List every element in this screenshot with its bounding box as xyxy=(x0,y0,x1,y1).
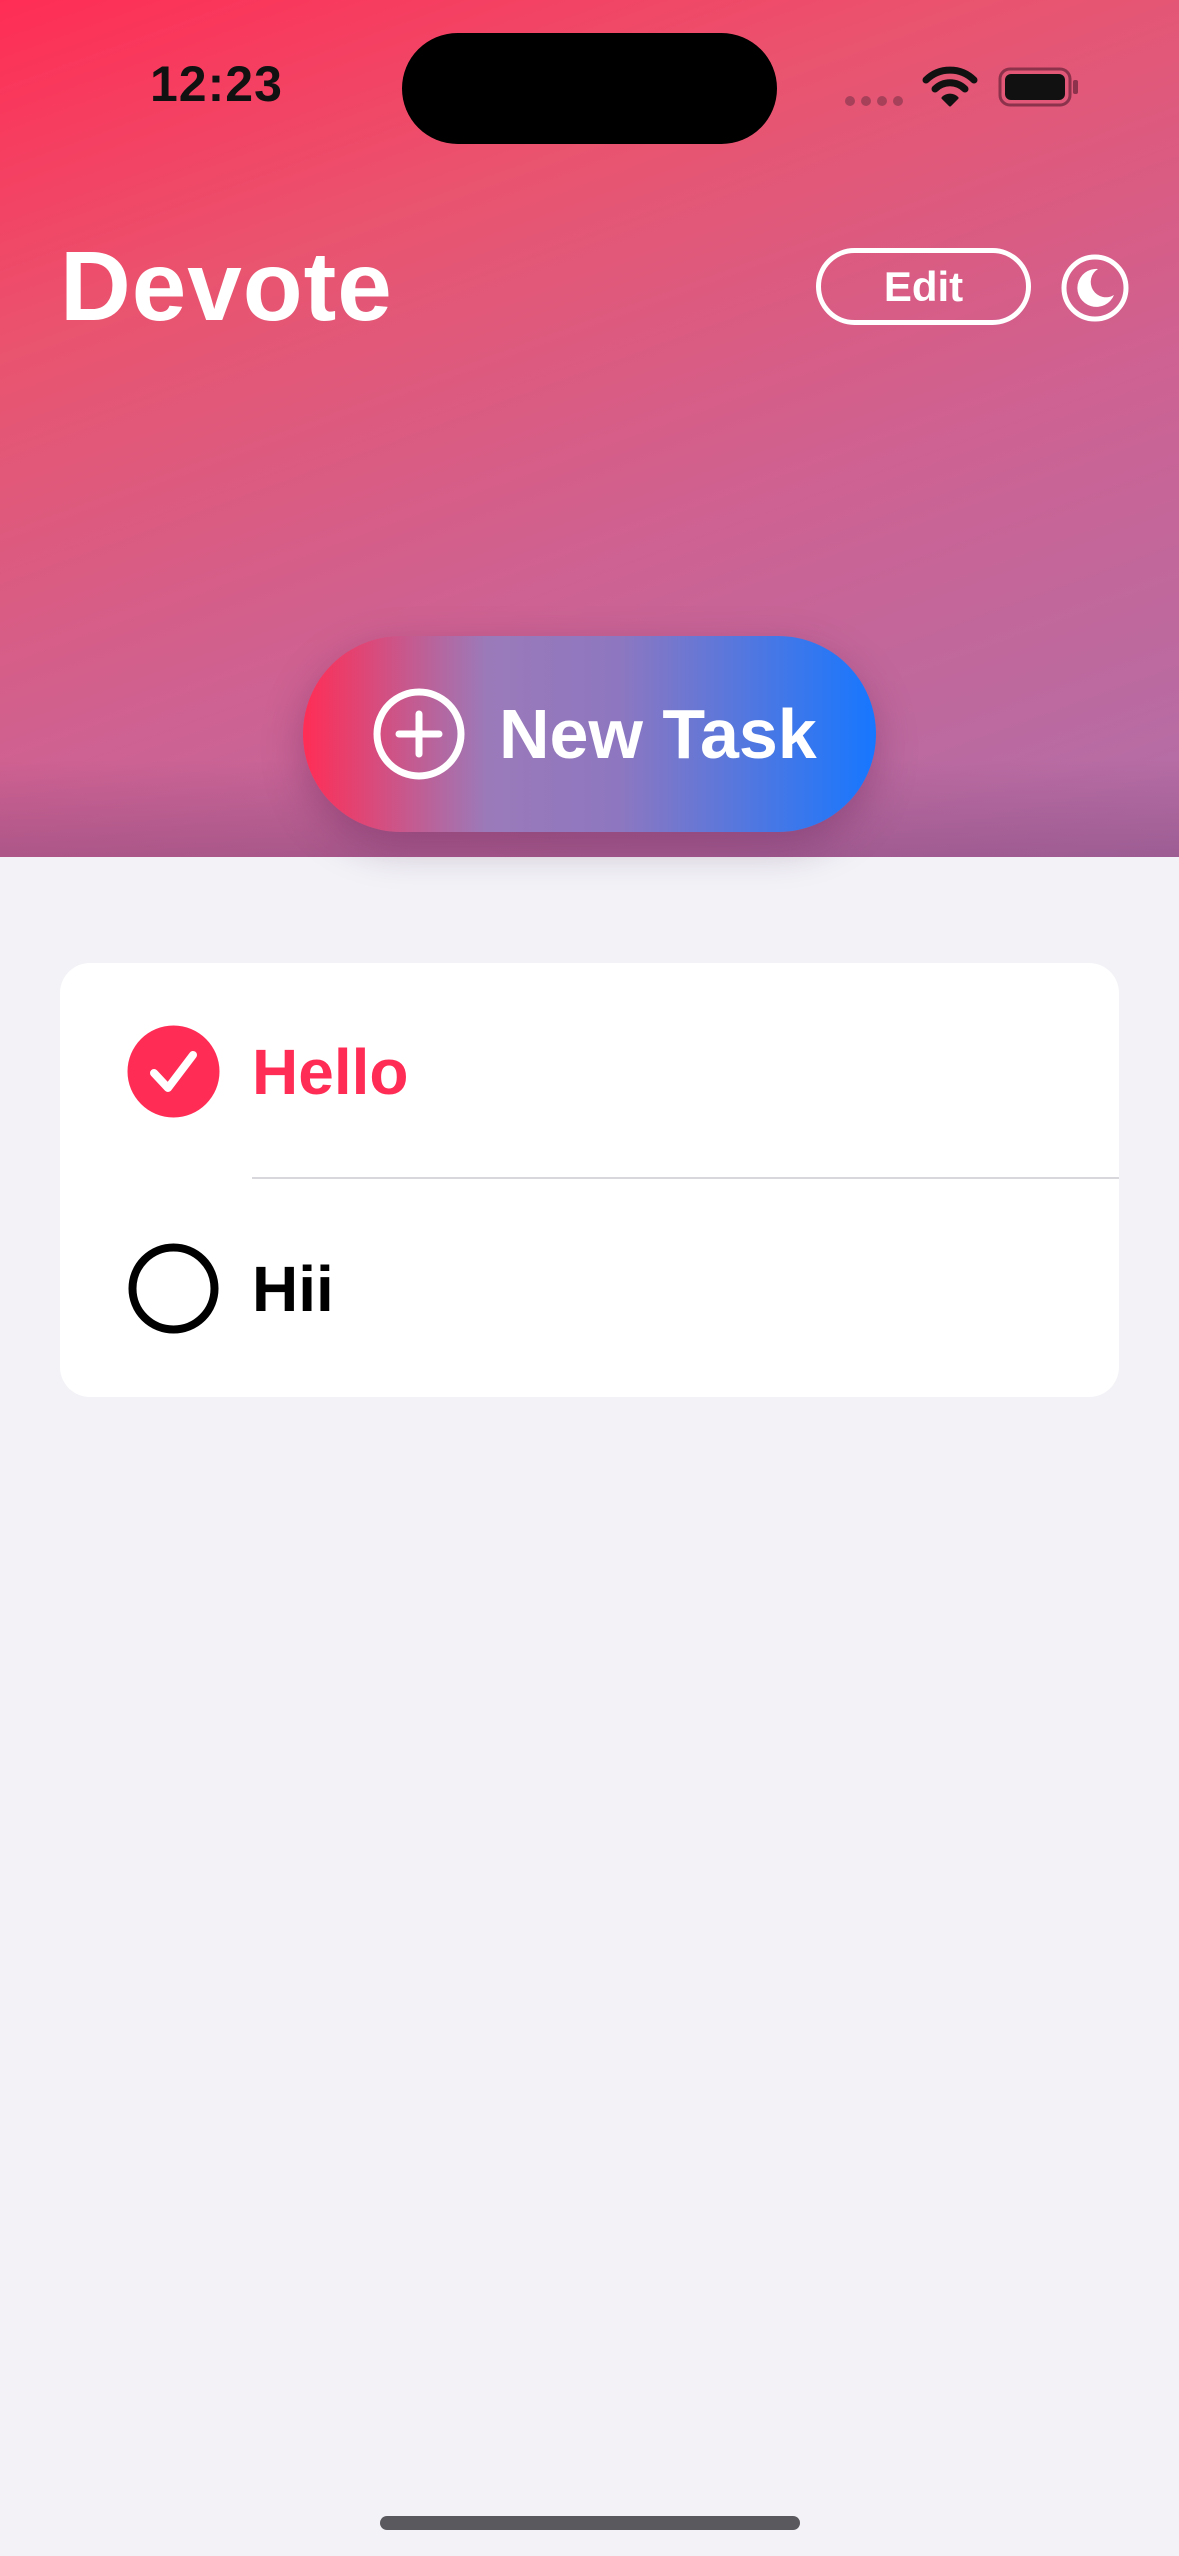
moon-icon[interactable] xyxy=(1060,253,1130,323)
task-list: Hello Hii xyxy=(60,963,1119,1397)
home-indicator[interactable] xyxy=(380,2516,800,2530)
new-task-button[interactable]: New Task xyxy=(303,636,876,832)
status-time: 12:23 xyxy=(150,56,283,112)
checkmark-circle-filled-icon[interactable] xyxy=(127,1025,220,1118)
list-item[interactable]: Hello xyxy=(60,963,1119,1180)
battery-icon xyxy=(998,67,1078,107)
signal-icon xyxy=(845,96,903,106)
row-divider xyxy=(252,1177,1119,1179)
dynamic-island xyxy=(402,33,777,144)
new-task-label: New Task xyxy=(499,695,817,773)
empty-circle-icon[interactable] xyxy=(127,1242,220,1335)
list-item[interactable]: Hii xyxy=(60,1180,1119,1397)
page-title: Devote xyxy=(60,231,393,341)
plus-circle-icon xyxy=(373,688,465,780)
app-screen: 12:23 Devote Edit New Task Hello Hii xyxy=(0,0,1179,2556)
edit-button[interactable]: Edit xyxy=(816,248,1031,325)
task-label: Hello xyxy=(252,1035,409,1108)
wifi-icon xyxy=(922,66,978,107)
task-label: Hii xyxy=(252,1252,334,1325)
